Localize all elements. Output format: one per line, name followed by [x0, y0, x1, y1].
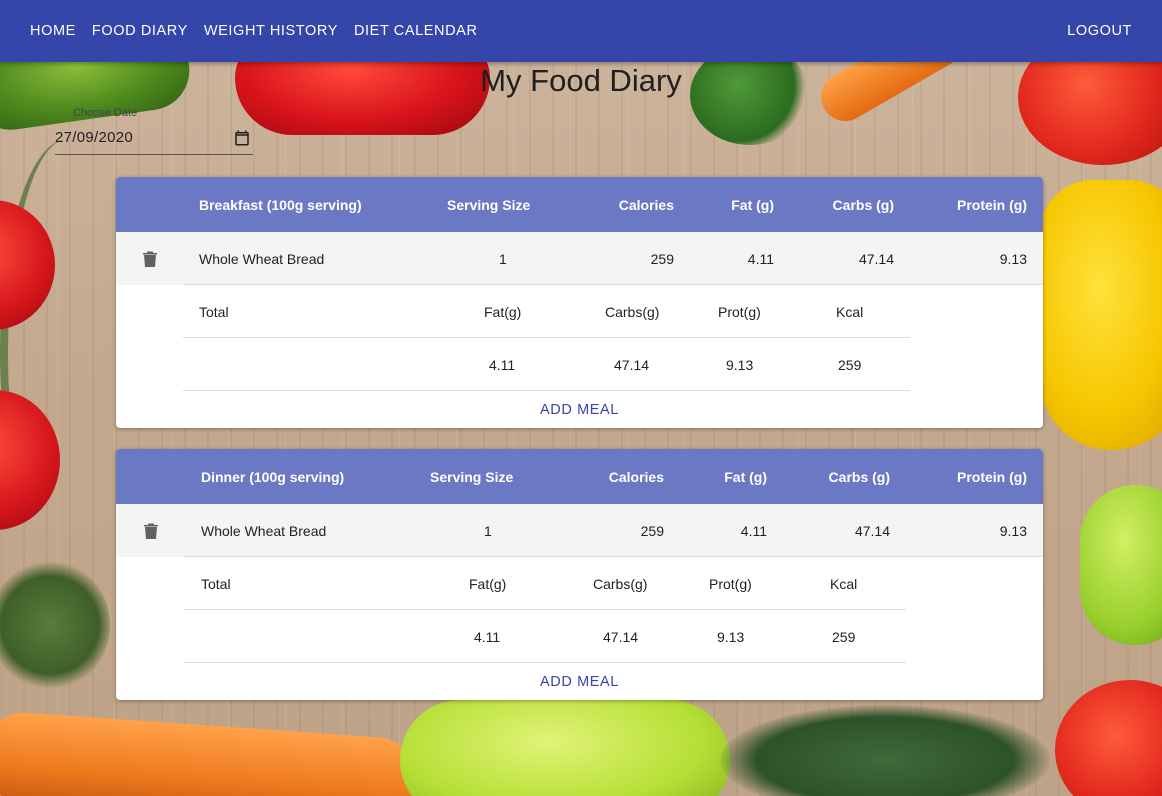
nav-diet-calendar-button[interactable]: DIET CALENDAR [346, 15, 486, 47]
yellow-pepper-image [1040, 180, 1162, 450]
delete-trash-icon[interactable] [143, 251, 157, 267]
carbs-value: 47.14 [858, 250, 894, 267]
calories-header: Calories [618, 196, 674, 213]
total-fat-label: Fat(g) [469, 575, 507, 592]
date-picker-label: Choose Date [73, 107, 138, 119]
carbs-value: 47.14 [854, 522, 890, 539]
green-pepper-image [1080, 485, 1162, 645]
carbs-header: Carbs (g) [832, 196, 894, 213]
food-entry-row: Whole Wheat Bread 1 259 4.11 47.14 9.13 [116, 232, 1043, 285]
serving-size-header: Serving Size [430, 468, 514, 485]
date-picker[interactable]: Choose Date 27/09/2020 [55, 107, 253, 155]
total-prot-value: 9.13 [726, 356, 754, 373]
total-fat-label: Fat(g) [484, 303, 522, 320]
green-pepper-image [400, 700, 730, 796]
meal-name-header: Breakfast (100g serving) [199, 196, 362, 213]
total-carbs-label: Carbs(g) [593, 575, 648, 592]
total-prot-label: Prot(g) [709, 575, 752, 592]
calories-value: 259 [640, 522, 664, 539]
delete-trash-icon[interactable] [144, 523, 158, 539]
protein-value: 9.13 [999, 250, 1027, 267]
main-nav: HOME FOOD DIARY WEIGHT HISTORY DIET CALE… [22, 15, 486, 47]
total-kcal-label: Kcal [836, 303, 864, 320]
thyme-image [0, 560, 110, 690]
total-carbs-value: 47.14 [614, 356, 650, 373]
totals-label-row: Total Fat(g) Carbs(g) Prot(g) Kcal [116, 285, 1043, 338]
total-kcal-label: Kcal [830, 575, 858, 592]
meal-card-dinner: Dinner (100g serving) Serving Size Calor… [116, 449, 1043, 700]
total-fat-value: 4.11 [474, 628, 501, 645]
serving-size-header: Serving Size [447, 196, 531, 213]
meal-name-header: Dinner (100g serving) [201, 468, 345, 485]
total-prot-value: 9.13 [717, 628, 745, 645]
app-bar: HOME FOOD DIARY WEIGHT HISTORY DIET CALE… [0, 0, 1162, 62]
totals-label-row: Total Fat(g) Carbs(g) Prot(g) Kcal [116, 557, 1043, 610]
food-name: Whole Wheat Bread [201, 522, 327, 539]
date-input[interactable]: 27/09/2020 [55, 121, 253, 155]
totals-value-row: 4.11 47.14 9.13 259 [116, 610, 1043, 663]
tomato-image [1055, 680, 1162, 796]
date-value[interactable]: 27/09/2020 [55, 129, 133, 146]
nav-weight-history-button[interactable]: WEIGHT HISTORY [196, 15, 346, 47]
logout-button[interactable]: LOGOUT [1059, 15, 1140, 47]
meal-table-header: Dinner (100g serving) Serving Size Calor… [116, 449, 1043, 504]
meal-card-breakfast: Breakfast (100g serving) Serving Size Ca… [116, 177, 1043, 428]
protein-header: Protein (g) [957, 468, 1027, 485]
total-label: Total [201, 575, 231, 592]
serving-size-value: 1 [484, 522, 492, 539]
calories-value: 259 [650, 250, 674, 267]
serving-size-value: 1 [499, 250, 507, 267]
food-entry-row: Whole Wheat Bread 1 259 4.11 47.14 9.13 [116, 504, 1043, 557]
page-title: My Food Diary [480, 63, 682, 98]
meal-table-header: Breakfast (100g serving) Serving Size Ca… [116, 177, 1043, 232]
total-label: Total [199, 303, 229, 320]
calendar-icon[interactable] [233, 129, 251, 147]
food-name: Whole Wheat Bread [199, 250, 325, 267]
fat-value: 4.11 [740, 522, 767, 539]
rosemary-image [720, 705, 1050, 796]
nav-food-diary-button[interactable]: FOOD DIARY [84, 15, 196, 47]
carbs-header: Carbs (g) [828, 468, 890, 485]
add-meal-button[interactable]: ADD MEAL [116, 391, 1043, 428]
total-kcal-value: 259 [838, 356, 862, 373]
fat-header: Fat (g) [731, 196, 774, 213]
add-meal-button[interactable]: ADD MEAL [116, 663, 1043, 700]
total-carbs-value: 47.14 [603, 628, 639, 645]
total-fat-value: 4.11 [489, 356, 516, 373]
total-prot-label: Prot(g) [718, 303, 761, 320]
total-carbs-label: Carbs(g) [605, 303, 660, 320]
protein-header: Protein (g) [957, 196, 1027, 213]
fat-header: Fat (g) [724, 468, 767, 485]
totals-value-row: 4.11 47.14 9.13 259 [116, 338, 1043, 391]
total-kcal-value: 259 [832, 628, 856, 645]
fat-value: 4.11 [747, 250, 774, 267]
carrot-image [0, 709, 423, 796]
nav-home-button[interactable]: HOME [22, 15, 84, 47]
protein-value: 9.13 [999, 522, 1027, 539]
calories-header: Calories [608, 468, 664, 485]
